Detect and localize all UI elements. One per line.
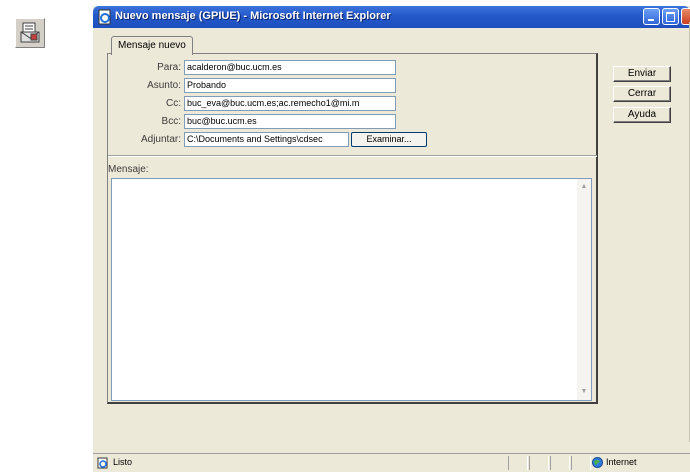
attachment-input[interactable]: C:\Documents and Settings\cdsec [184,132,349,147]
globe-icon [592,457,603,468]
form-divider [108,155,597,157]
browse-button[interactable]: Examinar... [351,132,427,147]
status-cell [508,456,528,470]
field-row-bcc: Bcc: buc@buc.ucm.es [108,114,599,130]
minimize-button[interactable] [643,8,660,25]
close-button[interactable]: Cerrar [613,86,671,102]
maximize-button[interactable] [662,8,679,25]
field-row-adjuntar: Adjuntar: C:\Documents and Settings\cdse… [108,132,599,148]
asunto-label: Asunto: [147,80,181,91]
asunto-input[interactable]: Probando [184,78,396,93]
tab-mensaje-nuevo[interactable]: Mensaje nuevo [111,36,193,55]
scroll-down-arrow-icon[interactable]: ▼ [579,387,589,397]
field-row-para: Para: acalderon@buc.ucm.es [108,60,599,76]
message-label: Mensaje: [108,164,149,175]
message-textarea[interactable]: ▲ ▼ [111,178,592,401]
message-scrollbar[interactable]: ▲ ▼ [577,179,591,400]
status-cell [571,456,591,470]
para-input[interactable]: acalderon@buc.ucm.es [184,60,396,75]
window-title: Nuevo mensaje (GPIUE) - Microsoft Intern… [115,10,391,22]
browser-window: Nuevo mensaje (GPIUE) - Microsoft Intern… [93,6,690,472]
field-row-cc: Cc: buc_eva@buc.ucm.es;ac.remecho1@mi.m [108,96,599,112]
ie-page-icon [98,9,111,25]
bcc-input[interactable]: buc@buc.ucm.es [184,114,396,129]
message-form: Para: acalderon@buc.ucm.es Asunto: Proba… [107,53,598,404]
scroll-up-arrow-icon[interactable]: ▲ [579,182,589,192]
status-cell [550,456,570,470]
status-bar: Listo Internet [93,453,690,472]
field-row-asunto: Asunto: Probando [108,78,599,94]
title-bar[interactable]: Nuevo mensaje (GPIUE) - Microsoft Intern… [93,6,690,28]
adjuntar-label: Adjuntar: [140,134,181,145]
cc-label: Cc: [166,98,181,109]
para-label: Para: [157,62,181,73]
send-button[interactable]: Enviar [613,66,671,82]
cc-input[interactable]: buc_eva@buc.ucm.es;ac.remecho1@mi.m [184,96,396,111]
status-cell [529,456,549,470]
help-button[interactable]: Ayuda [613,107,671,123]
page-content: Mensaje nuevo Para: acalderon@buc.ucm.es… [97,28,686,453]
zone-text: Internet [606,457,637,467]
compose-message-icon[interactable] [15,18,45,48]
page-icon [97,457,108,469]
status-text: Listo [113,457,133,467]
bcc-label: Bcc: [161,116,181,127]
